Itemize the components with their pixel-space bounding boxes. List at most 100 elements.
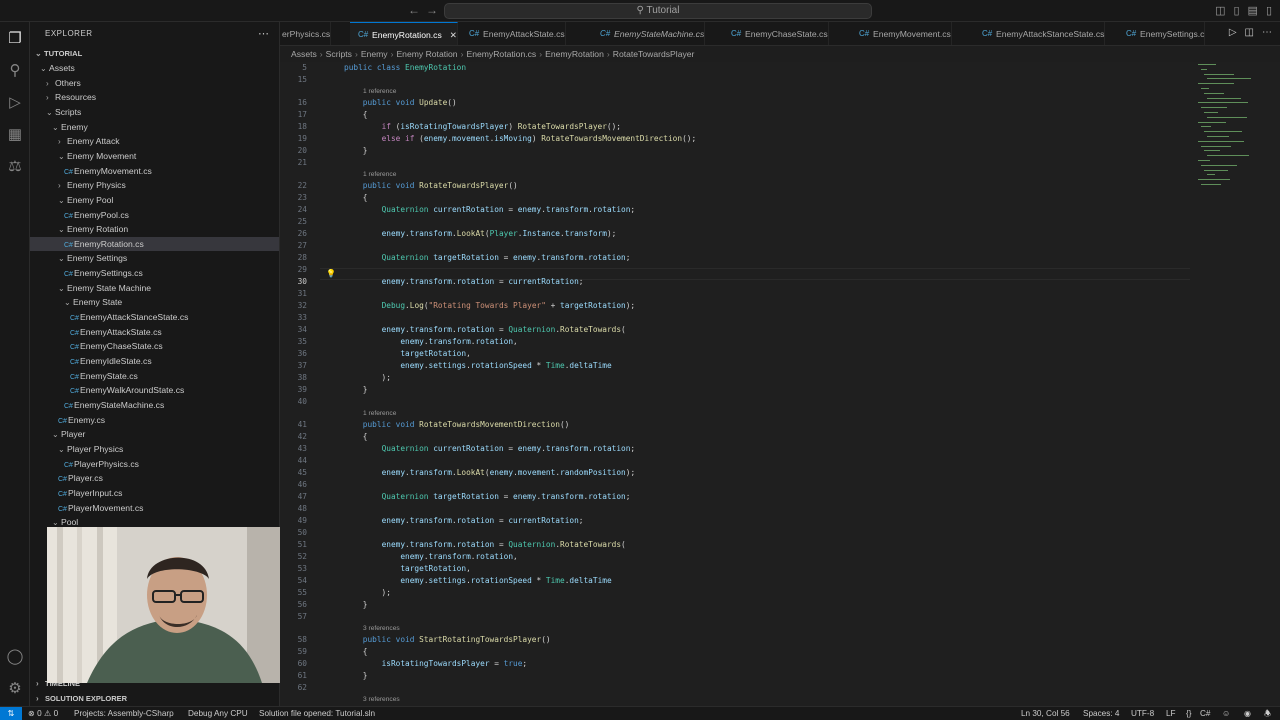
- breadcrumb-item[interactable]: Enemy Rotation: [396, 49, 457, 59]
- close-icon[interactable]: ✕: [450, 30, 457, 40]
- cursor-position[interactable]: Ln 30, Col 56: [1021, 707, 1070, 720]
- lightbulb-icon[interactable]: 💡: [326, 269, 336, 278]
- tree-folder[interactable]: ⌄ Scripts: [30, 105, 279, 119]
- account-icon[interactable]: ◯: [6, 648, 24, 666]
- project-root[interactable]: ⌄ TUTORIAL: [30, 47, 279, 61]
- tree-folder[interactable]: › Enemy Physics: [30, 178, 279, 192]
- tree-folder[interactable]: ⌄ Enemy Movement: [30, 149, 279, 163]
- code-token: rotationSpeed: [470, 576, 532, 585]
- tree-folder[interactable]: ⌄ Enemy State: [30, 295, 279, 309]
- tree-file[interactable]: C#EnemyPool.cs: [30, 208, 279, 222]
- search-icon[interactable]: ⚲: [6, 62, 24, 80]
- solution-status[interactable]: Solution file opened: Tutorial.sln: [259, 707, 375, 720]
- tree-folder[interactable]: ⌄ Enemy: [30, 120, 279, 134]
- tree-file[interactable]: C#EnemyStateMachine.cs: [30, 398, 279, 412]
- tab-erphysics-cs[interactable]: erPhysics.cs: [280, 22, 332, 45]
- solution-explorer-section[interactable]: › SOLUTION EXPLORER: [30, 692, 279, 706]
- code-token: Player: [489, 229, 518, 238]
- tree-file[interactable]: C#EnemySettings.cs: [30, 266, 279, 280]
- codelens-references[interactable]: 3 references: [363, 624, 400, 634]
- tree-file[interactable]: C#PlayerInput.cs: [30, 486, 279, 500]
- toggle-secondary-sidebar-icon[interactable]: ▯: [1266, 4, 1272, 17]
- breadcrumb-item[interactable]: Assets: [291, 49, 317, 59]
- end-of-line[interactable]: LF: [1166, 707, 1176, 720]
- tab-enemychasestate-cs[interactable]: C# EnemyChaseState.cs: [723, 22, 829, 45]
- codelens-references[interactable]: 1 reference: [363, 170, 396, 180]
- forward-arrow-icon[interactable]: →: [426, 3, 438, 17]
- breadcrumb-item[interactable]: Scripts: [326, 49, 352, 59]
- tree-file[interactable]: C#EnemyWalkAroundState.cs: [30, 383, 279, 397]
- copilot-icon[interactable]: ◉: [1244, 707, 1251, 720]
- code-text: public void Update(): [344, 97, 457, 109]
- code-token: "Rotating Towards Player": [428, 301, 546, 310]
- more-actions-icon[interactable]: ⋯: [1262, 27, 1272, 38]
- indentation[interactable]: Spaces: 4: [1083, 707, 1119, 720]
- minimap[interactable]: [1192, 62, 1280, 202]
- breadcrumb-item[interactable]: Enemy: [361, 49, 388, 59]
- tree-item-label: Enemy Settings: [67, 253, 128, 264]
- encoding[interactable]: UTF-8: [1131, 707, 1154, 720]
- tree-folder[interactable]: › Others: [30, 76, 279, 90]
- breadcrumb-item[interactable]: RotateTowardsPlayer: [613, 49, 695, 59]
- tree-file[interactable]: C#EnemyChaseState.cs: [30, 339, 279, 353]
- toggle-sidebar-icon[interactable]: ▯: [1233, 4, 1239, 17]
- tree-file[interactable]: C#Enemy.cs: [30, 413, 279, 427]
- code-line: 52 enemy.transform.rotation,: [280, 551, 1200, 563]
- build-config[interactable]: Debug Any CPU: [188, 707, 248, 720]
- tab-enemystatemachine-cs[interactable]: C# EnemyStateMachine.cs: [592, 22, 706, 45]
- breadcrumb-item[interactable]: EnemyRotation: [545, 49, 604, 59]
- tree-file[interactable]: C#EnemyIdleState.cs: [30, 354, 279, 368]
- problems-indicator[interactable]: ⊗ 0 ⚠ 0: [28, 707, 58, 720]
- tree-file[interactable]: C#PlayerMovement.cs: [30, 501, 279, 515]
- tree-folder[interactable]: ⌄ Player Physics: [30, 442, 279, 456]
- toggle-panel-icon[interactable]: ▤: [1248, 4, 1258, 17]
- tree-file[interactable]: C#EnemyAttackStanceState.cs: [30, 310, 279, 324]
- braces-icon[interactable]: {}: [1186, 707, 1191, 720]
- tab-enemyrotation-cs[interactable]: C# EnemyRotation.cs ✕: [350, 22, 458, 45]
- tree-folder[interactable]: › Resources: [30, 90, 279, 104]
- more-actions-icon[interactable]: ⋯: [258, 27, 269, 40]
- feedback-icon[interactable]: ☺: [1222, 707, 1230, 720]
- tree-file[interactable]: C#EnemyAttackState.cs: [30, 325, 279, 339]
- layout-icon[interactable]: ◫: [1215, 4, 1225, 17]
- tree-file[interactable]: C#EnemyState.cs: [30, 369, 279, 383]
- code-text: targetRotation,: [344, 348, 470, 360]
- tree-folder[interactable]: ⌄ Assets: [30, 61, 279, 75]
- tab-enemymovement-cs[interactable]: C# EnemyMovement.cs: [851, 22, 952, 45]
- tree-file[interactable]: C#Player.cs: [30, 471, 279, 485]
- tree-file[interactable]: C#EnemyMovement.cs: [30, 164, 279, 178]
- code-token: deltaTime: [569, 576, 612, 585]
- breadcrumb-item[interactable]: EnemyRotation.cs: [466, 49, 536, 59]
- code-editor[interactable]: 5 public class EnemyRotation 15 1 reference…: [280, 62, 1280, 706]
- tree-folder[interactable]: ⌄ Enemy State Machine: [30, 281, 279, 295]
- language-mode[interactable]: C#: [1200, 707, 1210, 720]
- extensions-icon[interactable]: ▦: [6, 126, 24, 144]
- tree-folder[interactable]: ⌄ Player: [30, 427, 279, 441]
- tab-enemyattackstate-cs[interactable]: C# EnemyAttackState.cs: [461, 22, 566, 45]
- remote-icon[interactable]: ⇅: [0, 707, 22, 720]
- tree-folder[interactable]: ⌄ Enemy Pool: [30, 193, 279, 207]
- code-token: rotation: [588, 492, 626, 501]
- back-arrow-icon[interactable]: ←: [408, 3, 420, 17]
- command-center[interactable]: ⚲ Tutorial: [444, 3, 872, 19]
- codelens-references[interactable]: 1 reference: [363, 409, 396, 419]
- tree-file[interactable]: C#EnemyRotation.cs: [30, 236, 279, 251]
- run-icon[interactable]: ▷: [1229, 27, 1237, 38]
- split-editor-icon[interactable]: ◫: [1245, 27, 1254, 38]
- run-debug-icon[interactable]: ▷: [6, 94, 24, 112]
- projects-status[interactable]: Projects: Assembly-CSharp: [74, 707, 174, 720]
- codelens-references[interactable]: 1 reference: [363, 87, 396, 97]
- explorer-icon[interactable]: ❐: [6, 30, 24, 48]
- testing-icon[interactable]: ⚖: [6, 158, 24, 176]
- codelens-references[interactable]: 3 references: [363, 695, 400, 705]
- tab-enemysettings-c[interactable]: C# EnemySettings.c: [1118, 22, 1206, 45]
- notifications-icon[interactable]: 🕭: [1264, 707, 1271, 720]
- tree-folder[interactable]: ⌄ Enemy Settings: [30, 251, 279, 265]
- tab-enemyattackstancestate-cs[interactable]: C# EnemyAttackStanceState.cs: [974, 22, 1106, 45]
- settings-gear-icon[interactable]: ⚙: [6, 680, 24, 698]
- tree-folder[interactable]: ⌄ Enemy Rotation: [30, 222, 279, 236]
- code-token: (: [621, 540, 626, 549]
- tree-folder[interactable]: › Enemy Attack: [30, 134, 279, 148]
- tree-file[interactable]: C#PlayerPhysics.cs: [30, 457, 279, 471]
- code-line: 40: [280, 396, 1200, 408]
